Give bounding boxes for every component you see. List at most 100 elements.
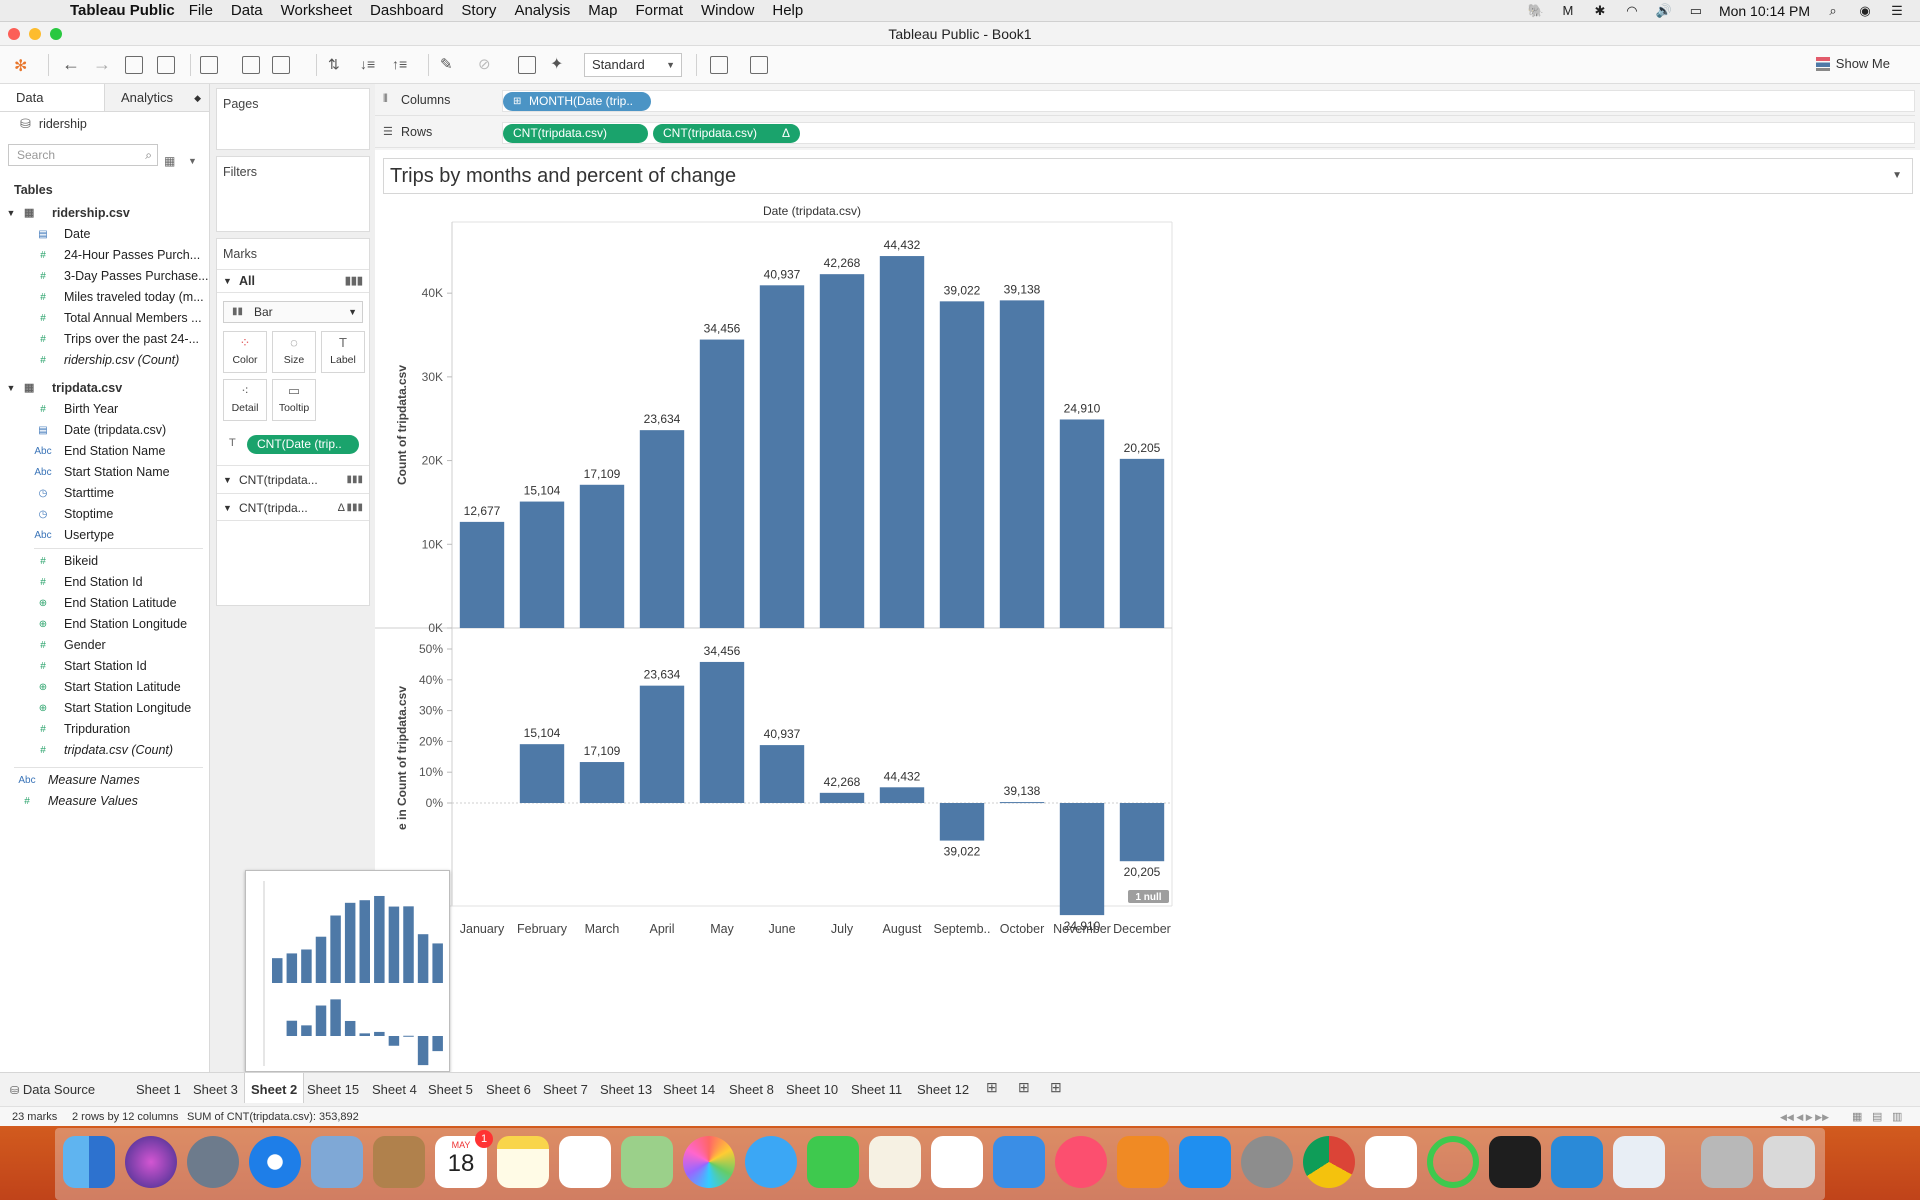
fit-select[interactable]: Standard ▼ <box>584 53 682 77</box>
vscode-icon[interactable] <box>1551 1136 1603 1188</box>
field-item[interactable]: # Trips over the past 24-... <box>0 329 209 350</box>
field-item[interactable]: ⊕ End Station Latitude <box>0 593 209 614</box>
menu-format[interactable]: Format <box>635 2 683 19</box>
sheet-tab[interactable]: Sheet 6 <box>486 1079 531 1101</box>
field-item[interactable]: ⊕ End Station Longitude <box>0 614 209 635</box>
field-item[interactable]: # tripdata.csv (Count) <box>0 740 209 761</box>
menu-analysis[interactable]: Analysis <box>514 2 570 19</box>
sort-descending-icon[interactable]: ↑≡ <box>392 56 407 72</box>
tab-view-icon[interactable]: ▥ <box>1892 1107 1902 1127</box>
save-icon[interactable] <box>125 56 143 74</box>
slack-icon[interactable] <box>1365 1136 1417 1188</box>
fix-axes-icon[interactable]: ✦ <box>550 54 563 74</box>
reminders-icon[interactable] <box>559 1136 611 1188</box>
downloads-stack-icon[interactable] <box>1701 1136 1753 1188</box>
filmstrip-view-icon[interactable]: ▤ <box>1872 1107 1882 1127</box>
spotlight-search-icon[interactable]: ⌕ <box>1824 4 1842 18</box>
table-header[interactable]: ▼ ▦ ridership.csv <box>0 202 209 224</box>
field-item[interactable]: ⊕ Start Station Longitude <box>0 698 209 719</box>
marks-sub-tab-1[interactable]: ▼ CNT(tripdata... ▮▮▮ <box>217 465 369 493</box>
menu-dropdown-icon[interactable]: ▼ <box>188 156 197 166</box>
tab-nav-icons[interactable]: ◀◀ ◀ ▶ ▶▶ <box>1780 1107 1829 1127</box>
datasource-item[interactable]: ⛁ ridership <box>0 112 209 136</box>
new-story-tab-icon[interactable]: ⊞ <box>1050 1079 1062 1096</box>
field-item[interactable]: #24-Hour Passes Purch... <box>0 245 209 266</box>
wifi-icon[interactable]: ◠ <box>1623 4 1641 18</box>
field-item[interactable]: ◷ Stoptime <box>0 504 209 525</box>
detail-button[interactable]: ⁖ Detail <box>223 379 267 421</box>
field-item[interactable]: # Total Annual Members ... <box>0 308 209 329</box>
label-button[interactable]: T Label <box>321 331 365 373</box>
minimize-window-button[interactable] <box>29 28 41 40</box>
evernote-icon[interactable]: 🐘 <box>1527 4 1545 18</box>
field-item[interactable]: # ridership.csv (Count) <box>0 350 209 371</box>
color-button[interactable]: ⁘ Color <box>223 331 267 373</box>
field-item[interactable]: # End Station Id <box>0 572 209 593</box>
trash-icon[interactable] <box>1763 1136 1815 1188</box>
worksheet-title-box[interactable]: Trips by months and percent of change ▼ <box>383 158 1913 194</box>
sheet-tab[interactable]: Sheet 7 <box>543 1079 588 1101</box>
sheet-tab[interactable]: Sheet 11 <box>851 1079 902 1101</box>
columns-pill[interactable]: ⊞ MONTH(Date (trip.. <box>503 92 651 111</box>
siri-icon[interactable] <box>125 1136 177 1188</box>
calendar-icon[interactable]: MAY 18 1 <box>435 1130 493 1188</box>
tab-analytics[interactable]: Analytics ◆ <box>105 84 209 111</box>
tab-data[interactable]: Data <box>0 84 105 111</box>
size-button[interactable]: ◌ Size <box>272 331 316 373</box>
field-item[interactable]: Abc Usertype <box>0 525 209 546</box>
field-item[interactable]: ▤ Date <box>0 224 209 245</box>
sheet-tab[interactable]: Sheet 5 <box>428 1079 473 1101</box>
redo-icon[interactable]: → <box>93 54 111 75</box>
menu-story[interactable]: Story <box>461 2 496 19</box>
view-toggle-icon[interactable]: ▦ <box>164 154 175 168</box>
sheet-tab[interactable]: Sheet 3 <box>193 1079 238 1101</box>
field-item[interactable]: # Gender <box>0 635 209 656</box>
menu-window[interactable]: Window <box>701 2 754 19</box>
label-pill[interactable]: CNT(Date (trip.. <box>247 435 359 454</box>
undo-icon[interactable]: ← <box>62 54 80 75</box>
launchpad-icon[interactable] <box>187 1136 239 1188</box>
menu-app-name[interactable]: Tableau Public <box>70 2 175 19</box>
search-input[interactable]: Search ⌕ <box>8 144 158 166</box>
safari-icon[interactable] <box>249 1136 301 1188</box>
table-header[interactable]: ▼ ▦ tripdata.csv <box>0 377 209 399</box>
mail-icon[interactable] <box>311 1136 363 1188</box>
show-me-button[interactable]: Show Me <box>1815 56 1890 71</box>
grid-view-icon[interactable]: ▦ <box>1852 1107 1862 1127</box>
rows-pill-1[interactable]: CNT(tripdata.csv) <box>503 124 648 143</box>
field-item[interactable]: ◷ Starttime <box>0 483 209 504</box>
mark-type-select[interactable]: ▮▮ Bar ▼ <box>223 301 363 323</box>
new-dashboard-tab-icon[interactable]: ⊞ <box>1018 1079 1030 1096</box>
tableau-icon[interactable] <box>1613 1136 1665 1188</box>
bluetooth-icon[interactable]: ✱ <box>1591 4 1609 18</box>
field-item[interactable]: Abc End Station Name <box>0 441 209 462</box>
menu-dashboard[interactable]: Dashboard <box>370 2 443 19</box>
sheet-tab[interactable]: Sheet 1 <box>136 1079 181 1101</box>
marks-all-tab[interactable]: ▼ All ▮▮▮ <box>217 269 369 293</box>
menu-data[interactable]: Data <box>231 2 263 19</box>
close-window-button[interactable] <box>8 28 20 40</box>
field-item[interactable]: ▤ Date (tripdata.csv) <box>0 420 209 441</box>
tableau-logo-icon[interactable]: ✻ <box>14 56 27 76</box>
clock[interactable]: Mon 10:14 PM <box>1719 3 1810 19</box>
finder-icon[interactable] <box>63 1136 115 1188</box>
battery-icon[interactable]: ▭ <box>1687 4 1705 18</box>
menu-worksheet[interactable]: Worksheet <box>281 2 352 19</box>
sheet-tab[interactable]: Sheet 13 <box>600 1079 652 1101</box>
sheet-tab[interactable]: Sheet 12 <box>917 1079 969 1101</box>
sheet-tab[interactable]: Sheet 4 <box>372 1079 417 1101</box>
field-item[interactable]: # Measure Values <box>0 791 209 812</box>
sheet-tab[interactable]: Sheet 2 <box>244 1073 305 1103</box>
swap-rows-columns-icon[interactable]: ⇅ <box>328 56 340 73</box>
columns-drop-area[interactable]: ⊞ MONTH(Date (trip.. <box>502 90 1915 112</box>
marks-sub-tab-2[interactable]: ▼ CNT(tripda... Δ ▮▮▮ <box>217 493 369 521</box>
malwarebytes-icon[interactable]: M <box>1559 4 1577 18</box>
contacts-icon[interactable] <box>373 1136 425 1188</box>
menu-file[interactable]: File <box>189 2 213 19</box>
group-members-icon[interactable]: ⊘ <box>478 55 491 73</box>
sheet-tab[interactable]: Sheet 14 <box>663 1079 715 1101</box>
menu-help[interactable]: Help <box>772 2 803 19</box>
pages-card[interactable]: Pages <box>216 88 370 150</box>
show-mark-labels-icon[interactable] <box>518 56 536 74</box>
field-item[interactable]: # Birth Year <box>0 399 209 420</box>
